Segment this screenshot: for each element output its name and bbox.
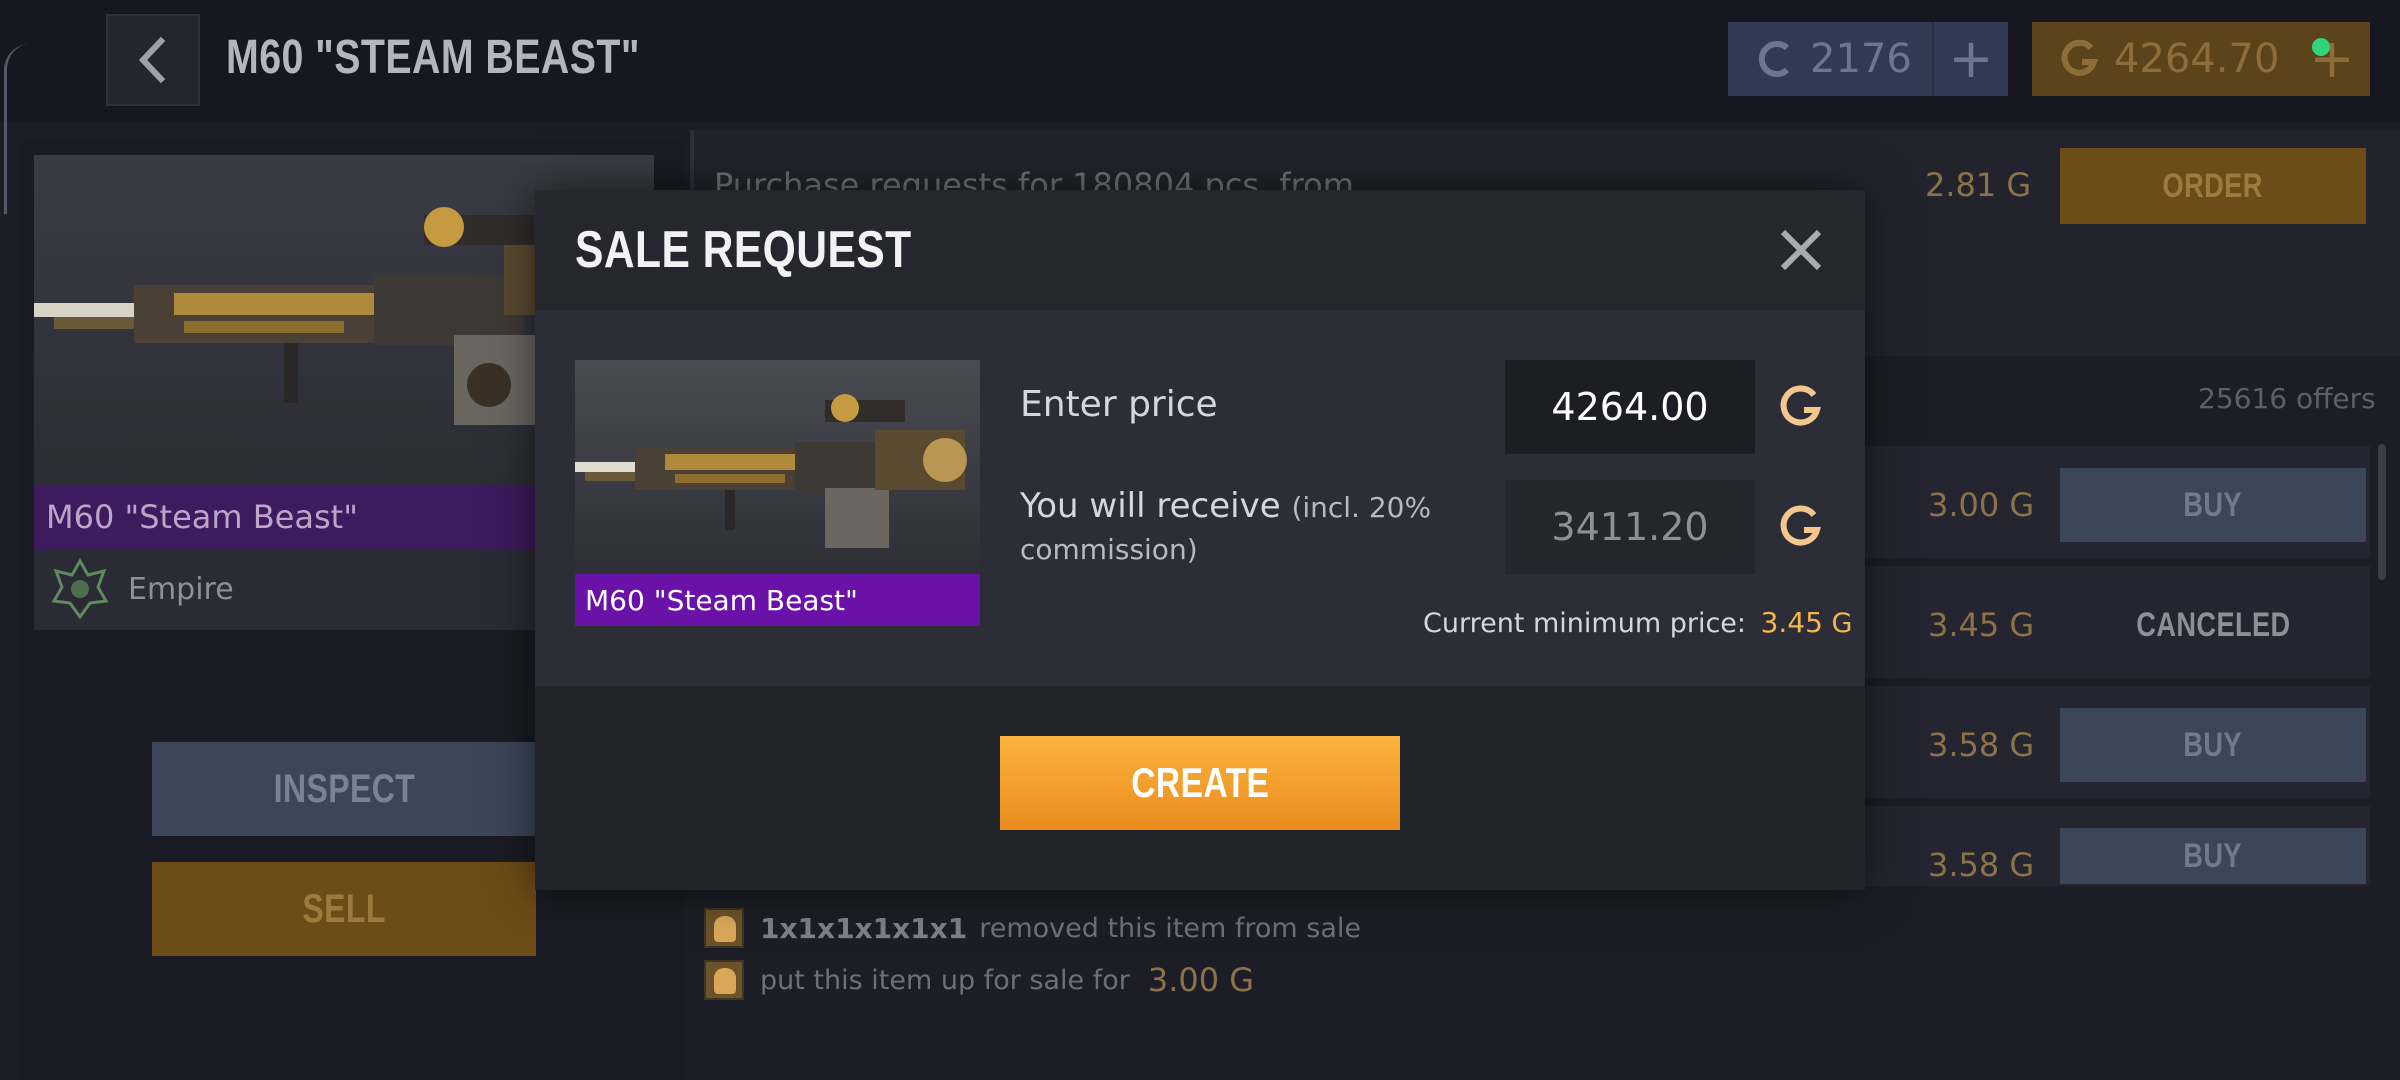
receive-label: You will receive (incl. 20% commission) (1020, 486, 1480, 570)
close-icon (1780, 229, 1822, 271)
buy-button[interactable]: BUY (2060, 468, 2366, 542)
dialog-header: SALE REQUEST (535, 190, 1865, 310)
gold-coin-icon: G (2006, 166, 2032, 204)
canceled-status: CANCELED (2060, 588, 2366, 662)
offer-price: 3.00 G (1928, 486, 2034, 524)
silver-coin-icon (1758, 41, 1790, 77)
chevron-left-icon (138, 36, 166, 84)
order-button[interactable]: ORDER (2060, 148, 2366, 224)
inspect-label: INSPECT (273, 766, 415, 811)
page-title: M60 "STEAM BEAST" (226, 31, 640, 84)
rifle-image (575, 394, 967, 548)
gold-currency-balance: 4264.70 + (2032, 22, 2370, 96)
order-price: 2.81 G (1925, 166, 2031, 204)
offers-scrollbar[interactable] (2378, 444, 2386, 580)
activity-text: put this item up for sale for (760, 964, 1130, 996)
avatar (704, 960, 744, 1000)
offers-count: 25616 offers (2198, 382, 2376, 415)
offer-price-value: 3.00 (1928, 486, 2000, 524)
current-minimum-price: Current minimum price: 3.45 G (1423, 606, 1852, 639)
gold-coin-icon (1780, 385, 1821, 426)
gold-coin-icon (1780, 505, 1821, 546)
dialog-item-card: M60 "Steam Beast" (575, 360, 980, 626)
buy-button[interactable]: BUY (2060, 708, 2366, 782)
dialog-title: SALE REQUEST (575, 221, 912, 279)
sale-request-dialog: SALE REQUEST M60 "Steam Beast" Enter pri… (535, 190, 1865, 890)
activity-username: 1x1x1x1x1x1 (760, 911, 968, 945)
top-bar: M60 "STEAM BEAST" 2176 + 4264.70 + (0, 0, 2400, 214)
activity-item: put this item up for sale for 3.00 G (704, 960, 1254, 1000)
activity-amount-value: 3.00 (1147, 961, 1220, 999)
receive-amount-field: 3411.20 (1505, 480, 1755, 574)
back-button[interactable] (106, 14, 200, 106)
dialog-body: M60 "Steam Beast" Enter price You will r… (535, 310, 1865, 686)
offer-price-value: 3.58 (1928, 846, 2000, 884)
empire-emblem-icon (51, 557, 109, 620)
create-label: CREATE (1130, 759, 1270, 806)
offer-price: 3.58 G (1928, 846, 2034, 884)
gold-coin-icon: G (2009, 606, 2035, 644)
sell-label: SELL (302, 886, 386, 931)
min-price-value: 3.45 (1760, 606, 1823, 639)
add-silver-button[interactable]: + (1932, 22, 2008, 96)
activity-item: 1x1x1x1x1x1 removed this item from sale (704, 908, 1361, 948)
close-button[interactable] (1771, 220, 1831, 280)
offer-price: 3.45 G (1928, 606, 2034, 644)
gold-balance-value: 4264.70 (2114, 36, 2280, 82)
offer-price: 3.58 G (1928, 726, 2034, 764)
activity-text: removed this item from sale (979, 912, 1362, 944)
enter-price-label: Enter price (1020, 384, 1218, 425)
avatar (704, 908, 744, 948)
sell-button[interactable]: SELL (152, 862, 536, 956)
gold-coin-icon: G (2009, 726, 2035, 764)
create-button[interactable]: CREATE (1000, 736, 1400, 830)
faction-label: Empire (128, 571, 234, 607)
order-label: ORDER (2162, 166, 2264, 205)
dialog-item-name: M60 "Steam Beast" (575, 574, 980, 626)
gold-coin-icon: G (2009, 846, 2035, 884)
order-price-value: 2.81 (1925, 166, 1997, 204)
min-price-label: Current minimum price: (1423, 608, 1746, 639)
buy-label: BUY (2183, 836, 2243, 875)
gold-coin-icon (2061, 39, 2099, 76)
activity-amount: 3.00 G (1148, 961, 1254, 999)
silver-currency-balance: 2176 + (1728, 22, 2008, 96)
buy-button[interactable]: BUY (2060, 828, 2366, 884)
gold-coin-icon: G (1831, 608, 1853, 639)
buy-label: BUY (2183, 485, 2243, 524)
inspect-button[interactable]: INSPECT (152, 742, 536, 836)
silver-balance-value: 2176 (1810, 36, 1912, 82)
price-input[interactable] (1505, 360, 1755, 454)
buy-label: BUY (2183, 725, 2243, 764)
gold-coin-icon: G (2009, 486, 2035, 524)
notification-dot (2312, 38, 2330, 56)
item-image (575, 360, 980, 574)
canceled-label: CANCELED (2135, 605, 2291, 644)
gold-coin-icon: G (1229, 961, 1255, 999)
offer-price-value: 3.45 (1928, 606, 2000, 644)
dialog-footer: CREATE (535, 686, 1865, 890)
receive-label-text: You will receive (1020, 486, 1281, 526)
offer-price-value: 3.58 (1928, 726, 2000, 764)
add-gold-button[interactable]: + (2294, 22, 2370, 96)
